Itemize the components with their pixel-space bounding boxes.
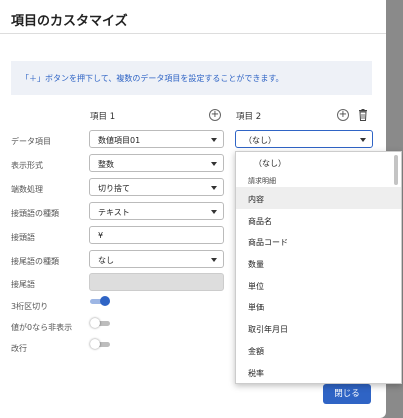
- input-suffix-1: [89, 273, 224, 291]
- label-suffix-type: 接尾語の種類: [11, 257, 59, 266]
- toggle-knob: [100, 296, 110, 306]
- trash-icon[interactable]: [358, 109, 368, 121]
- chevron-down-icon: [211, 186, 217, 190]
- chevron-down-icon: [211, 138, 217, 142]
- dropdown-item[interactable]: 取引年月日: [236, 317, 401, 339]
- select-value: 数値項目01: [98, 136, 141, 145]
- dropdown-item[interactable]: 単価: [236, 295, 401, 317]
- select-rounding-1[interactable]: 切り捨て: [89, 178, 224, 196]
- label-format: 表示形式: [11, 161, 43, 170]
- label-thousands: 3桁区切り: [11, 302, 49, 311]
- add-item-icon-2[interactable]: +: [337, 109, 349, 121]
- dropdown-group-header: 請求明細: [248, 177, 276, 185]
- close-button[interactable]: 閉じる: [323, 384, 371, 404]
- label-prefix-type: 接頭語の種類: [11, 209, 59, 218]
- select-data-item-1[interactable]: 数値項目01: [89, 130, 224, 148]
- toggle-hide-zero-1[interactable]: [90, 318, 110, 328]
- select-value: テキスト: [98, 208, 130, 217]
- column-header-item1: 項目 1: [90, 112, 116, 122]
- select-prefix-type-1[interactable]: テキスト: [89, 202, 224, 220]
- dropdown-item-none[interactable]: （なし）: [236, 152, 401, 172]
- label-hide-zero: 値が0なら非表示: [11, 323, 73, 332]
- dialog-title: 項目のカスタマイズ: [0, 0, 386, 34]
- select-format-1[interactable]: 整数: [89, 154, 224, 172]
- toggle-knob: [90, 339, 100, 349]
- dropdown-item[interactable]: 商品コード: [236, 230, 401, 252]
- chevron-down-icon: [211, 258, 217, 262]
- dropdown-item[interactable]: 単位: [236, 274, 401, 296]
- select-value: 整数: [98, 160, 114, 169]
- dropdown-item[interactable]: 内容: [236, 187, 401, 209]
- dropdown-item[interactable]: 数量: [236, 252, 401, 274]
- chevron-down-icon: [211, 210, 217, 214]
- info-message: 「＋」ボタンを押下して、複数のデータ項目を設定することができます。: [11, 61, 372, 95]
- select-value: （なし）: [244, 136, 276, 145]
- label-prefix: 接頭語: [11, 233, 35, 242]
- toggle-newline-1[interactable]: [90, 339, 110, 349]
- chevron-down-icon: [360, 138, 366, 142]
- input-value: ¥: [98, 231, 104, 240]
- toggle-knob: [90, 318, 100, 328]
- add-item-icon[interactable]: +: [209, 109, 221, 121]
- select-value: なし: [98, 256, 114, 265]
- dropdown-item[interactable]: 商品名: [236, 209, 401, 231]
- column-header-item2: 項目 2: [236, 112, 262, 122]
- input-prefix-1[interactable]: ¥: [89, 226, 224, 244]
- dropdown-item[interactable]: 金額: [236, 339, 401, 361]
- select-value: 切り捨て: [98, 184, 130, 193]
- label-suffix: 接尾語: [11, 280, 35, 289]
- dropdown-menu: （なし） 請求明細 内容 商品名 商品コード 数量 単位 単価 取引年月日 金額…: [235, 151, 402, 384]
- select-suffix-type-1[interactable]: なし: [89, 250, 224, 268]
- label-data-item: データ項目: [11, 137, 51, 146]
- toggle-thousands-1[interactable]: [90, 296, 110, 306]
- label-rounding: 端数処理: [11, 185, 43, 194]
- dropdown-item[interactable]: 税率: [236, 361, 401, 383]
- select-data-item-2[interactable]: （なし）: [235, 130, 373, 148]
- chevron-down-icon: [211, 162, 217, 166]
- label-newline: 改行: [11, 344, 27, 353]
- dropdown-scrollbar[interactable]: [394, 155, 398, 185]
